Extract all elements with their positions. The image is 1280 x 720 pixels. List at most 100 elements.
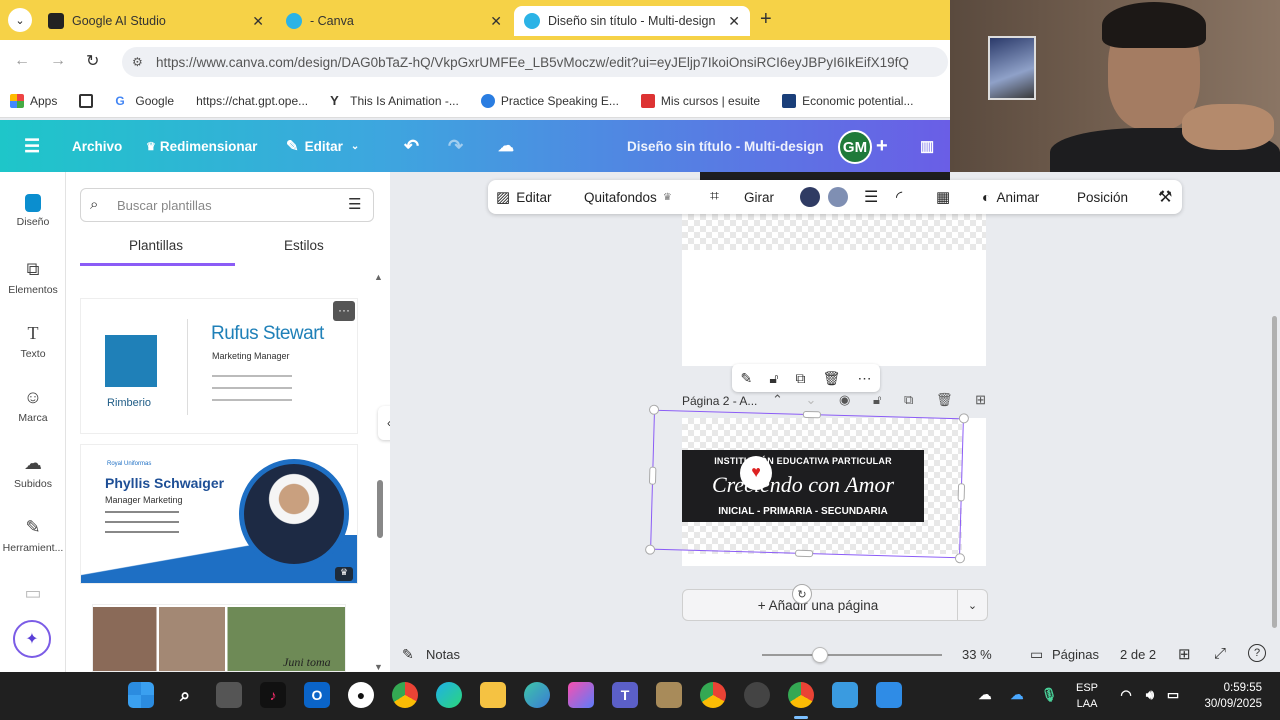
archivo-menu[interactable]: Archivo xyxy=(72,120,122,172)
microphone-icon[interactable]: 🎙︎ xyxy=(1038,682,1060,708)
close-tab-icon[interactable]: ✕ xyxy=(252,13,264,30)
add-page-button[interactable]: + Añadir una página ⌄ xyxy=(682,589,988,621)
file-explorer-icon[interactable] xyxy=(480,682,506,708)
tab-diseno-sin-titulo[interactable]: Diseño sin título - Multi-design ✕ xyxy=(514,6,750,36)
magic-ai-button[interactable]: ✦ xyxy=(13,620,51,658)
notas-button[interactable]: Notas xyxy=(426,647,460,662)
corner-rounding-icon[interactable]: ◜ xyxy=(896,180,902,214)
animar-button[interactable]: ◐ Animar xyxy=(982,180,1039,214)
reload-icon[interactable]: ↻ xyxy=(86,51,99,71)
delete-icon[interactable]: 🗑︎ xyxy=(823,370,841,387)
bookmark-chatgpt[interactable]: https://chat.gpt.ope... xyxy=(196,94,308,108)
crop-icon[interactable]: ⌗ xyxy=(710,180,719,214)
tab-canva[interactable]: - Canva ✕ xyxy=(276,6,512,36)
forward-icon[interactable]: → xyxy=(50,52,66,70)
close-tab-icon[interactable]: ✕ xyxy=(490,13,502,30)
paginas-button[interactable]: Páginas xyxy=(1052,647,1099,662)
template-card[interactable]: Juni toma xyxy=(92,604,346,672)
photos-icon[interactable] xyxy=(876,682,902,708)
tab-plantillas[interactable]: Plantillas xyxy=(129,238,183,253)
back-icon[interactable]: ← xyxy=(14,52,30,70)
analytics-icon[interactable]: ▥ xyxy=(920,120,934,172)
windows-start-icon[interactable] xyxy=(128,682,154,708)
duplicate-icon[interactable]: ⧉ xyxy=(796,370,806,387)
chrome-active-icon[interactable] xyxy=(788,682,814,708)
zoom-slider-track[interactable] xyxy=(762,654,942,656)
design-page-1[interactable] xyxy=(682,214,986,366)
comment-icon[interactable]: ✎ xyxy=(741,370,753,387)
more-options-icon[interactable]: ··· xyxy=(333,301,355,321)
rotate-handle-icon[interactable]: ↻ xyxy=(792,584,812,604)
bookmark-practice[interactable]: Practice Speaking E... xyxy=(480,93,619,108)
girar-button[interactable]: Girar xyxy=(744,180,774,214)
editar-menu[interactable]: ✎ Editar ⌄ xyxy=(286,120,359,172)
more-icon[interactable]: ⋯ xyxy=(857,370,871,387)
chrome-profile-icon[interactable] xyxy=(700,682,726,708)
duplicate-page-icon[interactable]: ⧉ xyxy=(904,392,913,410)
redo-icon[interactable]: ↷ xyxy=(448,120,463,172)
side-handle-bottom[interactable] xyxy=(794,549,814,558)
edge-icon[interactable] xyxy=(436,682,462,708)
template-card[interactable]: Rimberio Rufus Stewart Marketing Manager… xyxy=(80,298,358,434)
hamburger-menu-icon[interactable]: ☰ xyxy=(24,120,40,172)
fullscreen-icon[interactable]: ⤢ xyxy=(1214,645,1226,662)
zoom-level[interactable]: 33 % xyxy=(962,647,992,662)
battery-icon[interactable]: ▭ xyxy=(1162,682,1184,708)
sidebar-item-folder[interactable]: ▭ xyxy=(0,582,66,608)
sidebar-item-marca[interactable]: ☺ Marca xyxy=(0,386,66,424)
side-handle-left[interactable] xyxy=(648,466,657,485)
app-icon[interactable] xyxy=(656,682,682,708)
color-swatch-2[interactable] xyxy=(828,180,848,214)
bookmark-google[interactable]: G Google xyxy=(115,93,174,108)
color-swatch-1[interactable] xyxy=(800,180,820,214)
app-icon[interactable]: ● xyxy=(348,682,374,708)
tab-google-ai-studio[interactable]: Google AI Studio ✕ xyxy=(38,6,274,36)
cloud-save-icon[interactable]: ☁ xyxy=(498,120,514,172)
weather-icon[interactable]: ☁ xyxy=(974,682,996,708)
task-view-icon[interactable] xyxy=(216,682,242,708)
lock-page-icon[interactable]: 🔓︎ xyxy=(873,392,881,410)
volume-icon[interactable]: 🔊︎ xyxy=(1140,682,1160,708)
tab-estilos[interactable]: Estilos xyxy=(284,238,324,253)
redimensionar-menu[interactable]: ♛ Redimensionar xyxy=(146,120,257,172)
wifi-icon[interactable]: ◠ xyxy=(1116,682,1136,708)
add-collaborator-icon[interactable]: + xyxy=(876,120,888,172)
side-handle-top[interactable] xyxy=(802,410,822,419)
bookmark-economic[interactable]: Economic potential... xyxy=(782,93,913,108)
lock-icon[interactable]: 🔓︎ xyxy=(769,370,778,387)
app-icon[interactable] xyxy=(524,682,550,708)
copy-style-icon[interactable]: ⚒ xyxy=(1158,180,1172,214)
new-tab-button[interactable]: + xyxy=(760,8,772,31)
bookmark-animation[interactable]: Y This Is Animation -... xyxy=(330,93,459,108)
canvas-scrollbar[interactable] xyxy=(1272,316,1277,628)
page2-label[interactable]: Página 2 - A... xyxy=(682,394,757,408)
help-icon[interactable]: ? xyxy=(1248,644,1266,662)
sidebar-item-texto[interactable]: T Texto xyxy=(0,322,66,360)
sidebar-item-elementos[interactable]: ⧉ Elementos xyxy=(0,258,66,296)
clock[interactable]: 0:59:55 30/09/2025 xyxy=(1196,680,1262,712)
copilot-icon[interactable] xyxy=(568,682,594,708)
chrome-icon[interactable] xyxy=(392,682,418,708)
filter-icon[interactable]: ☰ xyxy=(348,195,361,213)
sidebar-item-herramientas[interactable]: ✎ Herramient... xyxy=(0,516,66,554)
bookmark-grid[interactable] xyxy=(79,93,94,108)
teams-icon[interactable]: T xyxy=(612,682,638,708)
tab-list-dropdown-icon[interactable]: ⌄ xyxy=(8,8,32,32)
url-field[interactable]: ⚙ https://www.canva.com/design/DAG0bTaZ-… xyxy=(122,47,948,77)
delete-page-icon[interactable]: 🗑︎ xyxy=(936,392,953,410)
border-style-icon[interactable]: ☰ xyxy=(864,180,878,214)
posicion-button[interactable]: Posición xyxy=(1077,180,1128,214)
page-down-icon[interactable]: ⌄ xyxy=(806,392,817,410)
resize-handle[interactable] xyxy=(648,404,660,415)
editar-image-button[interactable]: ▨ Editar xyxy=(496,180,551,214)
search-icon[interactable]: ⌕ xyxy=(172,682,198,708)
language-indicator[interactable]: ESP LAA xyxy=(1076,680,1098,712)
outlook-icon[interactable]: O xyxy=(304,682,330,708)
undo-icon[interactable]: ↶ xyxy=(404,120,419,172)
user-avatar[interactable]: GM xyxy=(838,130,872,164)
bookmark-apps[interactable]: Apps xyxy=(10,93,57,108)
onedrive-icon[interactable]: ☁ xyxy=(1006,682,1028,708)
sidebar-item-subidos[interactable]: ☁ Subidos xyxy=(0,452,66,490)
side-handle-right[interactable] xyxy=(957,483,966,502)
document-title[interactable]: Diseño sin título - Multi-design xyxy=(627,120,824,172)
